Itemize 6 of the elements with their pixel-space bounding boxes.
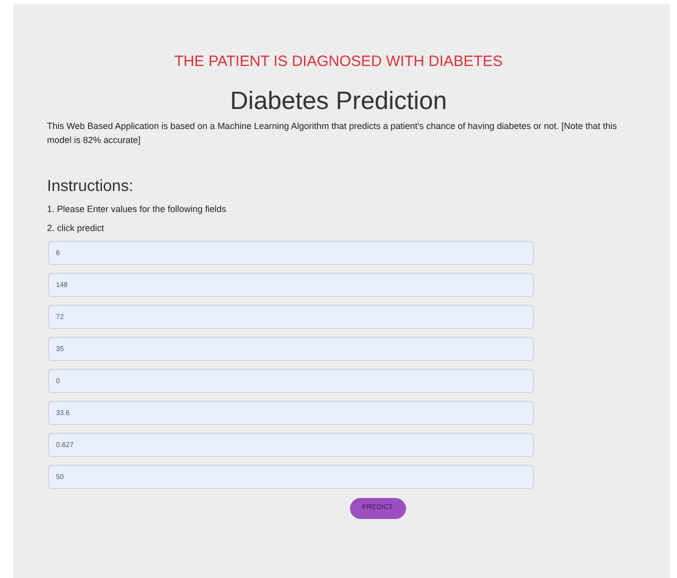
instructions-heading: Instructions:	[47, 178, 134, 196]
description-text: This Web Based Application is based on a Machine Learning Algorithm that predicts a patient's chance of having diabetes or not. [Note that this model is 82% accurate]	[47, 120, 618, 147]
result-message: THE PATIENT IS DIAGNOSED WITH DIABETES	[173, 53, 504, 71]
instruction-step: 2. click predict	[47, 222, 630, 234]
page-title: Diabetes Prediction	[229, 87, 448, 115]
instruction-step: 1. Please Enter values for the following fields	[47, 203, 630, 215]
